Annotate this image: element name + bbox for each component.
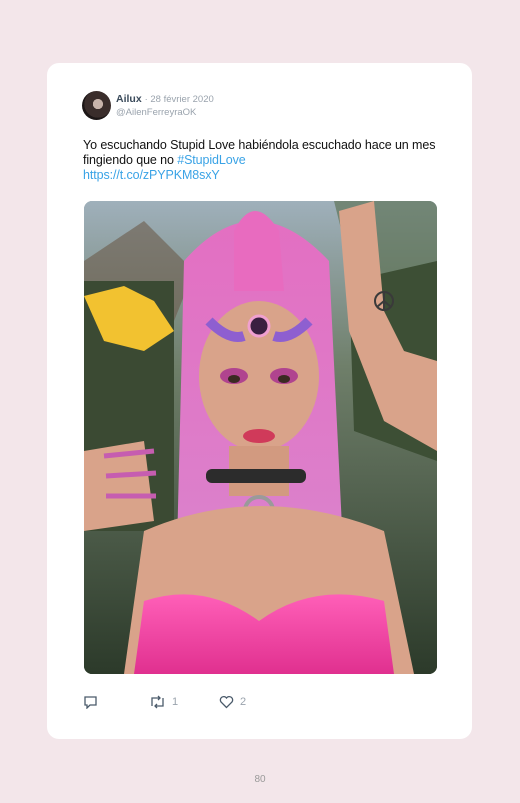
tweet-url-link[interactable]: https://t.co/zPYPKM8sxY <box>83 168 220 182</box>
retweet-count: 1 <box>172 696 179 708</box>
retweet-action[interactable]: 1 <box>149 695 178 709</box>
like-action[interactable]: 2 <box>219 695 246 709</box>
like-count: 2 <box>240 696 247 708</box>
page-number: 80 <box>254 774 266 785</box>
tweet-date[interactable]: · 28 février 2020 <box>145 94 214 105</box>
reply-icon <box>84 696 97 709</box>
photo-illustration <box>84 201 437 674</box>
reply-action[interactable] <box>83 695 104 709</box>
author-name[interactable]: Ailux <box>116 93 142 105</box>
tweet-card: Ailux · 28 février 2020 @AilenFerreyraOK… <box>47 63 472 739</box>
hashtag-link[interactable]: #StupidLove <box>177 153 246 167</box>
avatar[interactable] <box>82 91 111 120</box>
retweet-icon <box>151 695 164 709</box>
author-row: Ailux · 28 février 2020 <box>116 93 214 105</box>
tweet-text: Yo escuchando Stupid Love habiéndola esc… <box>83 138 443 183</box>
tweet-photo[interactable] <box>84 201 437 674</box>
author-handle[interactable]: @AilenFerreyraOK <box>116 107 196 118</box>
tweet-body: Yo escuchando Stupid Love habiéndola esc… <box>83 138 436 167</box>
heart-icon <box>219 695 234 709</box>
